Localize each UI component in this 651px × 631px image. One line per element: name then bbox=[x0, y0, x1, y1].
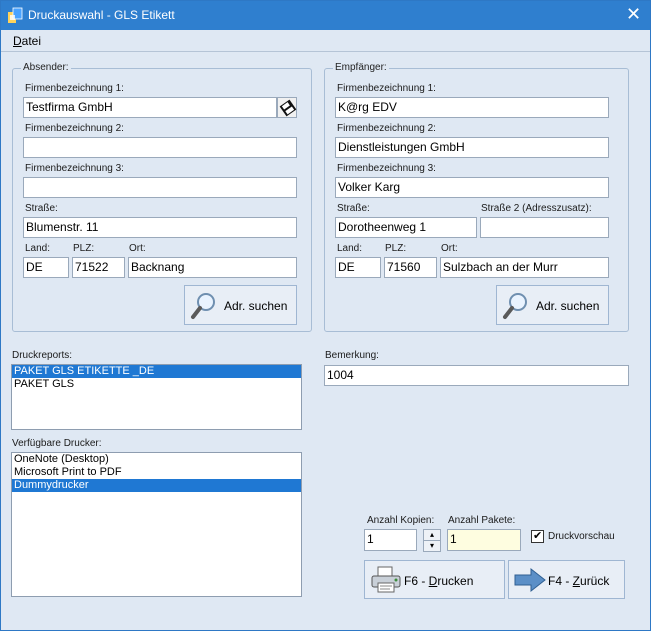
packages-label: Anzahl Pakete: bbox=[448, 515, 516, 526]
menu-datei-mnemonic: D bbox=[13, 34, 22, 48]
sender-address-search-button[interactable]: Adr. suchen bbox=[184, 285, 297, 325]
back-button[interactable]: F4 - Zurück bbox=[508, 560, 625, 599]
sender-company3-field[interactable] bbox=[23, 177, 297, 198]
printers-list[interactable]: OneNote (Desktop) Microsoft Print to PDF… bbox=[11, 452, 302, 597]
back-button-prefix: F4 - bbox=[548, 574, 573, 588]
sender-city-label: Ort: bbox=[129, 243, 146, 254]
recipient-legend: Empfänger: bbox=[333, 62, 389, 73]
print-preview-label: Druckvorschau bbox=[548, 531, 615, 542]
print-button[interactable]: F6 - Drucken bbox=[364, 560, 505, 599]
sender-address-search-label: Adr. suchen bbox=[224, 299, 288, 313]
recipient-street2-label: Straße 2 (Adresszusatz): bbox=[481, 203, 592, 214]
print-button-rest: rucken bbox=[437, 574, 474, 588]
recipient-address-search-button[interactable]: Adr. suchen bbox=[496, 285, 609, 325]
recipient-company1-field[interactable]: K@rg EDV bbox=[335, 97, 609, 118]
sender-country-label: Land: bbox=[25, 243, 51, 254]
sender-company2-label: Firmenbezeichnung 2: bbox=[25, 123, 124, 134]
recipient-address-search-label: Adr. suchen bbox=[536, 299, 600, 313]
printer-icon bbox=[371, 566, 401, 593]
sender-company1-field[interactable]: Testfirma GmbH bbox=[23, 97, 277, 118]
close-icon[interactable]: ✕ bbox=[617, 1, 650, 30]
back-button-mnemonic: Z bbox=[572, 574, 581, 588]
list-item[interactable]: Dummydrucker bbox=[12, 479, 301, 492]
sender-city-field[interactable]: Backnang bbox=[128, 257, 297, 278]
window-title: Druckauswahl - GLS Etikett bbox=[28, 8, 175, 22]
sender-company2-field[interactable] bbox=[23, 137, 297, 158]
recipient-country-field[interactable]: DE bbox=[335, 257, 381, 278]
printers-label: Verfügbare Drucker: bbox=[12, 438, 102, 449]
remark-field[interactable]: 1004 bbox=[324, 365, 629, 386]
copies-label: Anzahl Kopien: bbox=[367, 515, 435, 526]
back-button-rest: urück bbox=[580, 574, 610, 588]
print-button-label: F6 - Drucken bbox=[404, 574, 473, 588]
magnifier-icon bbox=[191, 293, 215, 319]
remark-label: Bemerkung: bbox=[325, 350, 379, 361]
print-preview-checkbox[interactable]: ✔ bbox=[531, 530, 544, 543]
print-button-prefix: F6 - bbox=[404, 574, 429, 588]
recipient-zip-field[interactable]: 71560 bbox=[384, 257, 437, 278]
copies-field[interactable]: 1 bbox=[364, 529, 417, 551]
app-icon bbox=[8, 7, 23, 23]
sender-street-label: Straße: bbox=[25, 203, 58, 214]
recipient-city-field[interactable]: Sulzbach an der Murr bbox=[440, 257, 609, 278]
recipient-company2-field[interactable]: Dienstleistungen GmbH bbox=[335, 137, 609, 158]
arrow-right-icon bbox=[514, 567, 546, 593]
menu-datei-label: atei bbox=[21, 34, 42, 48]
list-item[interactable]: PAKET GLS ETIKETTE _DE bbox=[12, 365, 301, 378]
menu-bar: Datei bbox=[1, 30, 650, 52]
recipient-company3-label: Firmenbezeichnung 3: bbox=[337, 163, 436, 174]
reports-list[interactable]: PAKET GLS ETIKETTE _DE PAKET GLS bbox=[11, 364, 302, 430]
recipient-street-label: Straße: bbox=[337, 203, 370, 214]
title-bar[interactable]: Druckauswahl - GLS Etikett ✕ bbox=[1, 1, 650, 30]
sender-zip-label: PLZ: bbox=[73, 243, 95, 254]
sender-legend: Absender: bbox=[21, 62, 71, 73]
list-item[interactable]: OneNote (Desktop) bbox=[12, 453, 301, 466]
recipient-street2-field[interactable] bbox=[480, 217, 609, 238]
recipient-company3-field[interactable]: Volker Karg bbox=[335, 177, 609, 198]
recipient-country-label: Land: bbox=[337, 243, 363, 254]
recipient-city-label: Ort: bbox=[441, 243, 458, 254]
spin-down-icon[interactable]: ▾ bbox=[424, 540, 440, 550]
back-button-label: F4 - Zurück bbox=[548, 574, 609, 588]
reports-label: Druckreports: bbox=[12, 350, 73, 361]
sender-company3-label: Firmenbezeichnung 3: bbox=[25, 163, 124, 174]
recipient-company2-label: Firmenbezeichnung 2: bbox=[337, 123, 436, 134]
recipient-company1-label: Firmenbezeichnung 1: bbox=[337, 83, 436, 94]
sender-country-field[interactable]: DE bbox=[23, 257, 69, 278]
recipient-zip-label: PLZ: bbox=[385, 243, 407, 254]
menu-datei[interactable]: Datei bbox=[13, 34, 41, 48]
list-item[interactable]: Microsoft Print to PDF bbox=[12, 466, 301, 479]
sender-lookup-button[interactable] bbox=[277, 97, 297, 118]
list-item[interactable]: PAKET GLS bbox=[12, 378, 301, 391]
magnifier-icon bbox=[503, 293, 527, 319]
checkmark-icon: ✔ bbox=[533, 530, 543, 542]
sender-zip-field[interactable]: 71522 bbox=[72, 257, 125, 278]
spin-up-icon[interactable]: ▴ bbox=[424, 530, 440, 540]
diskette-icon bbox=[279, 99, 297, 117]
print-dialog-window: Druckauswahl - GLS Etikett ✕ Datei Absen… bbox=[0, 0, 651, 631]
packages-field[interactable]: 1 bbox=[447, 529, 521, 551]
copies-stepper[interactable]: ▴ ▾ bbox=[423, 529, 441, 552]
sender-street-field[interactable]: Blumenstr. 11 bbox=[23, 217, 297, 238]
recipient-street-field[interactable]: Dorotheenweg 1 bbox=[335, 217, 477, 238]
sender-company1-label: Firmenbezeichnung 1: bbox=[25, 83, 124, 94]
